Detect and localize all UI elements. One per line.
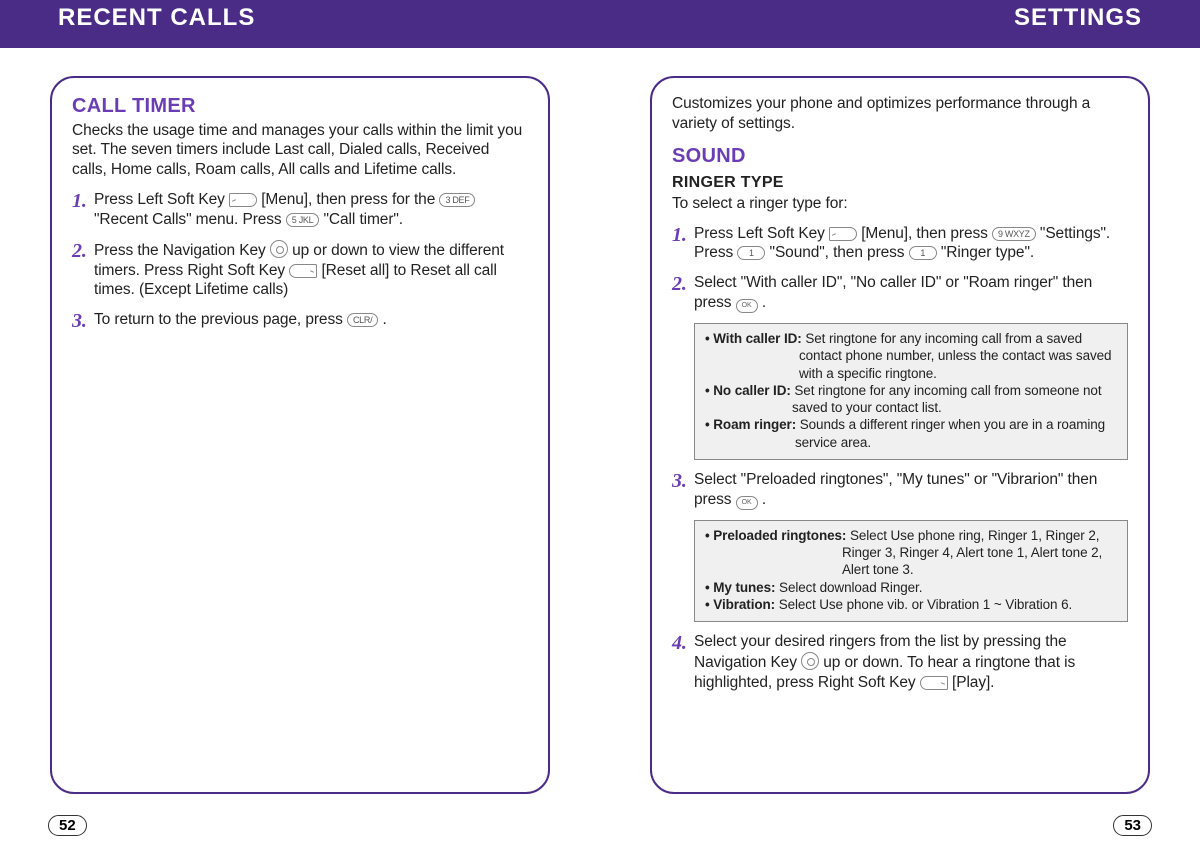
ok-key-icon: OK — [736, 496, 758, 510]
section-title: SOUND — [672, 144, 1128, 170]
t: Press the Navigation Key — [94, 242, 270, 259]
step-number: 2. — [72, 240, 94, 262]
bullet: • With caller ID: Set ringtone for any i… — [705, 330, 1117, 382]
panel-settings: Customizes your phone and optimizes perf… — [650, 76, 1150, 794]
bullet-label: • Roam ringer: — [705, 417, 800, 432]
step-number: 1. — [672, 224, 694, 246]
step-text: Select "With caller ID", "No caller ID" … — [694, 273, 1128, 313]
bullet: • Vibration: Select Use phone vib. or Vi… — [705, 596, 1117, 613]
bullet-label: • Preloaded ringtones: — [705, 528, 850, 543]
section-intro: Checks the usage time and manages your c… — [72, 121, 528, 180]
bullet-desc: Select Use phone ring, Ringer 1, Ringer … — [842, 528, 1102, 578]
t: "Ringer type". — [941, 244, 1034, 261]
key-1-icon: 1 — [737, 246, 765, 260]
header-bar: RECENT CALLS SETTINGS — [0, 0, 1200, 48]
page-footer: 52 — [48, 815, 87, 836]
section-title: CALL TIMER — [72, 94, 528, 120]
bullet-label: • No caller ID: — [705, 383, 794, 398]
right-soft-key-icon — [289, 264, 317, 278]
step-number: 3. — [672, 470, 694, 492]
step-text: Press Left Soft Key [Menu], then press 9… — [694, 224, 1128, 264]
header-right: SETTINGS — [1014, 4, 1142, 32]
step-text: To return to the previous page, press CL… — [94, 310, 528, 330]
step-text: Press Left Soft Key [Menu], then press f… — [94, 190, 528, 230]
header-left: RECENT CALLS — [58, 4, 255, 32]
key-3-icon: 3 DEF — [439, 193, 475, 207]
bullet-desc: Set ringtone for any incoming call from … — [799, 331, 1111, 381]
clr-key-icon: CLR/ — [347, 313, 378, 327]
page-number: 52 — [48, 815, 87, 836]
bullet-label: • Vibration: — [705, 597, 779, 612]
step-text: Select your desired ringers from the lis… — [694, 632, 1128, 692]
panel-call-timer: CALL TIMER Checks the usage time and man… — [50, 76, 550, 794]
key-5-icon: 5 JKL — [286, 213, 320, 227]
page-left: CALL TIMER Checks the usage time and man… — [50, 76, 550, 794]
bullet-label: • With caller ID: — [705, 331, 805, 346]
key-1-icon: 1 — [909, 246, 937, 260]
section-intro: Customizes your phone and optimizes perf… — [672, 94, 1128, 134]
step-2: 2. Press the Navigation Key up or down t… — [72, 240, 528, 300]
step-text: Select "Preloaded ringtones", "My tunes"… — [694, 470, 1128, 510]
section-subtitle: RINGER TYPE — [672, 173, 1128, 193]
note-box-ringtones: • Preloaded ringtones: Select Use phone … — [694, 520, 1128, 622]
page-spread: CALL TIMER Checks the usage time and man… — [0, 48, 1200, 794]
t: . — [762, 294, 766, 311]
t: To return to the previous page, press — [94, 311, 347, 328]
sub-intro: To select a ringer type for: — [672, 194, 1128, 214]
bullet: • My tunes: Select download Ringer. — [705, 579, 1117, 596]
t: Press Left Soft Key — [94, 191, 229, 208]
bullet-desc: Select download Ringer. — [779, 580, 922, 595]
step-number: 1. — [72, 190, 94, 212]
nav-key-icon — [801, 652, 819, 670]
nav-key-icon — [270, 240, 288, 258]
left-soft-key-icon — [229, 193, 257, 207]
page-right: Customizes your phone and optimizes perf… — [650, 76, 1150, 794]
page-number: 53 — [1113, 815, 1152, 836]
t: . — [762, 491, 766, 508]
step-4: 4. Select your desired ringers from the … — [672, 632, 1128, 692]
step-3: 3. Select "Preloaded ringtones", "My tun… — [672, 470, 1128, 510]
step-number: 3. — [72, 310, 94, 332]
t: [Menu], then press for the — [261, 191, 439, 208]
t: "Call timer". — [324, 211, 403, 228]
page-footer: 53 — [1113, 815, 1152, 836]
ok-key-icon: OK — [736, 299, 758, 313]
step-number: 2. — [672, 273, 694, 295]
t: [Menu], then press — [861, 225, 992, 242]
key-9-icon: 9 WXYZ — [992, 227, 1036, 241]
bullet-desc: Sounds a different ringer when you are i… — [795, 417, 1105, 449]
right-soft-key-icon — [920, 676, 948, 690]
bullet: • No caller ID: Set ringtone for any inc… — [705, 382, 1117, 417]
step-number: 4. — [672, 632, 694, 654]
step-3: 3. To return to the previous page, press… — [72, 310, 528, 332]
t: [Play]. — [952, 674, 994, 691]
bullet-desc: Set ringtone for any incoming call from … — [792, 383, 1101, 415]
step-text: Press the Navigation Key up or down to v… — [94, 240, 528, 300]
step-2: 2. Select "With caller ID", "No caller I… — [672, 273, 1128, 313]
bullet-label: • My tunes: — [705, 580, 779, 595]
bullet: • Roam ringer: Sounds a different ringer… — [705, 416, 1117, 451]
step-1: 1. Press Left Soft Key [Menu], then pres… — [672, 224, 1128, 264]
t: . — [383, 311, 387, 328]
t: "Recent Calls" menu. Press — [94, 211, 286, 228]
bullet-desc: Select Use phone vib. or Vibration 1 ~ V… — [779, 597, 1072, 612]
t: Press Left Soft Key — [694, 225, 829, 242]
step-1: 1. Press Left Soft Key [Menu], then pres… — [72, 190, 528, 230]
left-soft-key-icon — [829, 227, 857, 241]
t: "Sound", then press — [770, 244, 909, 261]
note-box-ringer-modes: • With caller ID: Set ringtone for any i… — [694, 323, 1128, 460]
bullet: • Preloaded ringtones: Select Use phone … — [705, 527, 1117, 579]
